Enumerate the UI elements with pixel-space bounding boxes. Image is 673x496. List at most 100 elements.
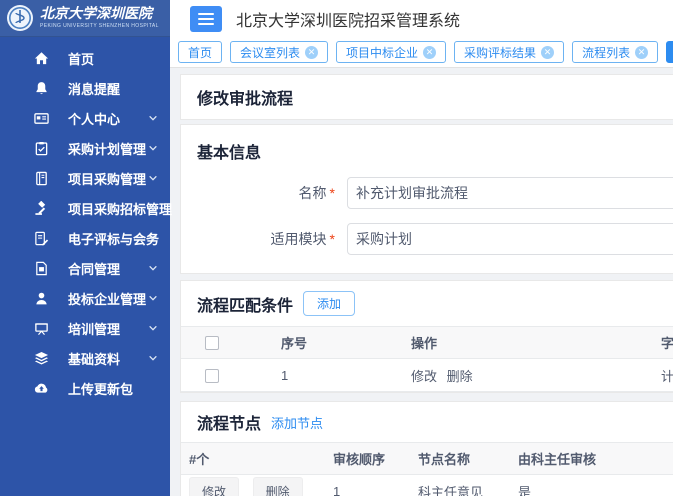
- table-row: 1 修改 删除 计: [181, 359, 673, 392]
- clipboard-icon: [34, 140, 50, 156]
- col-header-op: #个: [181, 443, 325, 475]
- edit-button[interactable]: 修改: [189, 477, 239, 496]
- page-title-card: 修改审批流程: [180, 74, 673, 120]
- sidebar-item-procurement-plan[interactable]: 采购计划管理: [0, 133, 170, 163]
- cell-order: 1: [325, 475, 410, 496]
- sidebar-item-basic-data[interactable]: 基础资料: [0, 343, 170, 373]
- home-icon: [34, 50, 50, 66]
- presentation-icon: [34, 320, 50, 336]
- table-row: 修改 删除 1 科主任意见 是: [181, 475, 673, 496]
- delete-button[interactable]: 删除: [253, 477, 303, 496]
- cell-op: 修改 删除: [387, 359, 637, 392]
- sidebar-item-contract-management[interactable]: 合同管理: [0, 253, 170, 283]
- sidebar-item-personal-center[interactable]: 个人中心: [0, 103, 170, 133]
- process-nodes-table: #个 审核顺序 节点名称 由科主任审核 修改 删除: [181, 442, 673, 496]
- col-header-seq: 序号: [257, 327, 387, 359]
- tab-meeting-room-list[interactable]: 会议室列表 ✕: [230, 41, 328, 63]
- chevron-down-icon: [148, 113, 158, 123]
- chevron-down-icon: [148, 143, 158, 153]
- close-icon[interactable]: ✕: [423, 46, 436, 59]
- process-nodes-card: 流程节点 添加节点 #个 审核顺序 节点名称 由科主任审核: [180, 401, 673, 496]
- required-mark: *: [330, 185, 335, 201]
- name-label: 名称*: [197, 183, 335, 203]
- chevron-down-icon: [148, 173, 158, 183]
- sidebar-item-training-management[interactable]: 培训管理: [0, 313, 170, 343]
- delete-link[interactable]: 删除: [447, 369, 473, 384]
- tab-home[interactable]: 首页: [178, 41, 222, 63]
- layers-icon: [34, 350, 50, 366]
- table-header-row: 序号 操作 字: [181, 327, 673, 359]
- sidebar-item-messages[interactable]: 消息提醒: [0, 73, 170, 103]
- main-area: 北京大学深圳医院招采管理系统 首页 会议室列表 ✕ 项目中标企业 ✕ 采购评标结…: [170, 0, 673, 496]
- chevron-down-icon: [148, 353, 158, 363]
- tab-bar: 首页 会议室列表 ✕ 项目中标企业 ✕ 采购评标结果 ✕ 流程列表 ✕ 流程 ✕: [170, 37, 673, 68]
- sidebar-item-upload-package[interactable]: 上传更新包: [0, 373, 170, 403]
- module-input[interactable]: [347, 223, 673, 255]
- add-condition-button[interactable]: 添加: [303, 291, 355, 316]
- book-icon: [34, 170, 50, 186]
- tab-process-list[interactable]: 流程列表 ✕: [572, 41, 658, 63]
- hospital-name-en: PEKING UNIVERSITY SHENZHEN HOSPITAL: [40, 24, 159, 29]
- module-label: 适用模块*: [197, 229, 335, 249]
- module-field-row: 适用模块*: [197, 223, 673, 255]
- sidebar-toggle-button[interactable]: [190, 6, 222, 32]
- sidebar: 北京大学深圳医院 PEKING UNIVERSITY SHENZHEN HOSP…: [0, 0, 170, 496]
- add-node-link[interactable]: 添加节点: [271, 413, 323, 432]
- chevron-down-icon: [148, 293, 158, 303]
- name-field-row: 名称*: [197, 177, 673, 209]
- match-conditions-card: 流程匹配条件 添加 序号 操作 字: [180, 280, 673, 393]
- bell-icon: [34, 80, 50, 96]
- name-input[interactable]: [347, 177, 673, 209]
- cell-seq: 1: [257, 359, 387, 392]
- tab-process[interactable]: 流程 ✕: [666, 41, 673, 63]
- col-header-op: 操作: [387, 327, 637, 359]
- id-card-icon: [34, 110, 50, 126]
- section-title-basic-info: 基本信息: [197, 139, 673, 163]
- gavel-icon: [34, 200, 50, 216]
- basic-info-card: 基本信息 名称* 适用模块*: [180, 124, 673, 274]
- cell-dept: 是: [510, 475, 673, 496]
- hospital-logo: 北京大学深圳医院 PEKING UNIVERSITY SHENZHEN HOSP…: [0, 0, 170, 37]
- section-title-process-nodes: 流程节点: [197, 410, 261, 434]
- top-header: 北京大学深圳医院招采管理系统: [170, 0, 673, 37]
- page-title: 修改审批流程: [197, 85, 673, 109]
- sidebar-item-home[interactable]: 首页: [0, 43, 170, 73]
- close-icon[interactable]: ✕: [305, 46, 318, 59]
- match-conditions-table: 序号 操作 字 1 修改 删除: [181, 326, 673, 392]
- app-title: 北京大学深圳医院招采管理系统: [236, 7, 460, 31]
- col-header-order: 审核顺序: [325, 443, 410, 475]
- cell-op: 修改 删除: [181, 475, 325, 496]
- col-header-dept: 由科主任审核: [510, 443, 673, 475]
- sidebar-item-bidder-enterprises[interactable]: 投标企业管理: [0, 283, 170, 313]
- section-title-match-conditions: 流程匹配条件: [197, 292, 293, 316]
- cell-name: 科主任意见: [410, 475, 510, 496]
- select-all-checkbox[interactable]: [205, 336, 219, 350]
- hospital-emblem-icon: [6, 4, 34, 32]
- cell-clipped: 计: [637, 359, 673, 392]
- close-icon[interactable]: ✕: [635, 46, 648, 59]
- row-checkbox[interactable]: [205, 369, 219, 383]
- chevron-down-icon: [148, 203, 158, 213]
- chevron-down-icon: [148, 233, 158, 243]
- close-icon[interactable]: ✕: [541, 46, 554, 59]
- tab-evaluation-results[interactable]: 采购评标结果 ✕: [454, 41, 564, 63]
- col-header-name: 节点名称: [410, 443, 510, 475]
- chevron-down-icon: [148, 263, 158, 273]
- sidebar-item-e-evaluation[interactable]: 电子评标与会务: [0, 223, 170, 253]
- sidebar-item-project-procurement[interactable]: 项目采购管理: [0, 163, 170, 193]
- cloud-upload-icon: [34, 380, 50, 396]
- chevron-down-icon: [148, 323, 158, 333]
- sidebar-menu: 首页 消息提醒 个人中心 采购计划管理: [0, 37, 170, 403]
- table-header-row: #个 审核顺序 节点名称 由科主任审核: [181, 443, 673, 475]
- user-icon: [34, 290, 50, 306]
- col-header-clipped: 字: [637, 327, 673, 359]
- app-window: 北京大学深圳医院 PEKING UNIVERSITY SHENZHEN HOSP…: [0, 0, 673, 496]
- hospital-name: 北京大学深圳医院: [40, 7, 159, 21]
- content-area: 修改审批流程 基本信息 名称* 适用模块*: [170, 68, 673, 496]
- tab-winning-enterprises[interactable]: 项目中标企业 ✕: [336, 41, 446, 63]
- contract-icon: [34, 260, 50, 276]
- document-pen-icon: [34, 230, 50, 246]
- required-mark: *: [330, 231, 335, 247]
- edit-link[interactable]: 修改: [411, 369, 437, 384]
- sidebar-item-bidding-management[interactable]: 项目采购招标管理: [0, 193, 170, 223]
